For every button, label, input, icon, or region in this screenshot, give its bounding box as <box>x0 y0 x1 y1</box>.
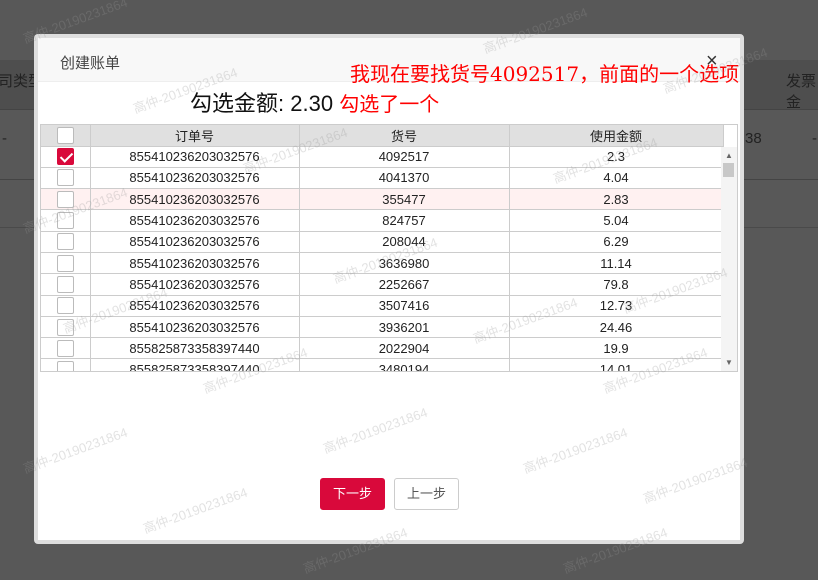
row-checkbox[interactable] <box>56 275 74 293</box>
selected-amount: 勾选金额: 2.30 勾选了一个 <box>190 86 439 118</box>
row-select-cell <box>41 316 91 339</box>
row-checkbox[interactable] <box>56 212 74 230</box>
row-select-cell <box>41 337 91 360</box>
order-number-cell: 855410236203032576 <box>90 231 300 253</box>
order-number-cell: 855825873358397440 <box>90 337 300 360</box>
order-table: 订单号 货号 使用金额 855410236203032576 4092517 2… <box>40 124 738 372</box>
row-select-cell <box>41 167 91 190</box>
previous-step-button[interactable]: 上一步 <box>394 478 460 510</box>
order-number-cell: 855410236203032576 <box>90 295 300 317</box>
order-number-cell: 855410236203032576 <box>90 188 300 211</box>
order-number-cell: 855825873358397440 <box>90 358 300 371</box>
table-row[interactable]: 855410236203032576 3507416 12.73 <box>41 295 724 317</box>
amount-cell: 12.73 <box>509 295 724 317</box>
amount-cell: 6.29 <box>509 231 724 253</box>
order-number-cell: 855410236203032576 <box>90 209 300 232</box>
scroll-down-icon[interactable]: ▼ <box>725 358 733 367</box>
create-bill-dialog: 创建账单 × 我现在要找货号4092517，前面的一个选项 勾选金额: 2.30… <box>34 34 744 544</box>
table-row[interactable]: 855410236203032576 208044 6.29 <box>41 231 724 253</box>
column-header-amount: 使用金额 <box>509 125 724 147</box>
goods-number-cell: 4041370 <box>299 167 510 190</box>
row-select-cell <box>41 273 91 296</box>
row-select-cell <box>41 146 91 168</box>
goods-number-cell: 208044 <box>299 231 510 253</box>
selected-amount-label: 勾选金额: <box>190 91 285 116</box>
row-checkbox[interactable] <box>56 297 74 315</box>
row-checkbox[interactable] <box>56 148 74 166</box>
row-checkbox[interactable] <box>56 233 74 251</box>
goods-number-cell: 2252667 <box>299 273 510 296</box>
row-select-cell <box>41 188 91 211</box>
row-checkbox[interactable] <box>56 318 74 336</box>
next-step-button[interactable]: 下一步 <box>320 478 386 510</box>
selected-amount-value: 2.30 <box>290 91 334 116</box>
row-checkbox[interactable] <box>56 190 74 208</box>
goods-number-cell: 3936201 <box>299 316 510 339</box>
row-select-cell <box>41 231 91 253</box>
row-select-cell <box>41 358 91 371</box>
amount-cell: 5.04 <box>509 209 724 232</box>
table-row[interactable]: 855825873358397440 2022904 19.9 <box>41 337 724 360</box>
goods-number-cell: 824757 <box>299 209 510 232</box>
row-select-cell <box>41 252 91 275</box>
scroll-up-icon[interactable]: ▲ <box>725 151 733 160</box>
goods-number-cell: 2022904 <box>299 337 510 360</box>
table-row[interactable]: 855410236203032576 4041370 4.04 <box>41 167 724 190</box>
row-checkbox[interactable] <box>56 169 74 187</box>
table-row[interactable]: 855410236203032576 3636980 11.14 <box>41 252 724 275</box>
amount-cell: 4.04 <box>509 167 724 190</box>
annotation-text: 勾选了一个 <box>339 92 440 116</box>
background-column-header: 发票金 <box>786 73 817 111</box>
table-row[interactable]: 855410236203032576 4092517 2.3 <box>41 146 724 168</box>
background-cell: - <box>812 130 817 147</box>
row-select-cell <box>41 209 91 232</box>
amount-cell: 11.14 <box>509 252 724 275</box>
table-row[interactable]: 855825873358397440 3480194 14.01 <box>41 358 724 371</box>
goods-number-cell: 355477 <box>299 188 510 211</box>
table-row[interactable]: 855410236203032576 2252667 79.8 <box>41 273 724 296</box>
order-number-cell: 855410236203032576 <box>90 316 300 339</box>
column-header-order: 订单号 <box>90 125 300 147</box>
order-number-cell: 855410236203032576 <box>90 167 300 190</box>
order-number-cell: 855410236203032576 <box>90 146 300 168</box>
select-all-checkbox[interactable] <box>56 126 74 144</box>
table-row[interactable]: 855410236203032576 824757 5.04 <box>41 209 724 232</box>
order-number-cell: 855410236203032576 <box>90 252 300 275</box>
goods-number-cell: 3636980 <box>299 252 510 275</box>
background-cell: - <box>2 130 7 147</box>
amount-cell: 24.46 <box>509 316 724 339</box>
background-cell: 38 <box>745 130 762 147</box>
table-header-row: 订单号 货号 使用金额 <box>41 125 724 147</box>
amount-cell: 79.8 <box>509 273 724 296</box>
goods-number-cell: 3480194 <box>299 358 510 371</box>
row-checkbox[interactable] <box>56 339 74 357</box>
goods-number-cell: 4092517 <box>299 146 510 168</box>
select-all-cell <box>41 125 91 147</box>
row-checkbox[interactable] <box>56 254 74 272</box>
amount-cell: 19.9 <box>509 337 724 360</box>
scrollbar-thumb[interactable] <box>723 163 734 177</box>
amount-cell: 2.83 <box>509 188 724 211</box>
table-row[interactable]: 855410236203032576 3936201 24.46 <box>41 316 724 339</box>
order-number-cell: 855410236203032576 <box>90 273 300 296</box>
row-checkbox[interactable] <box>56 361 74 371</box>
annotation-text: 我现在要找货号4092517，前面的一个选项 <box>350 62 740 86</box>
amount-cell: 2.3 <box>509 146 724 168</box>
row-select-cell <box>41 295 91 317</box>
dialog-title: 创建账单 <box>60 55 121 72</box>
column-header-goods: 货号 <box>299 125 510 147</box>
goods-number-cell: 3507416 <box>299 295 510 317</box>
table-scrollbar[interactable]: ▲ ▼ <box>721 147 737 371</box>
table-row[interactable]: 855410236203032576 355477 2.83 <box>41 188 724 211</box>
amount-cell: 14.01 <box>509 358 724 371</box>
